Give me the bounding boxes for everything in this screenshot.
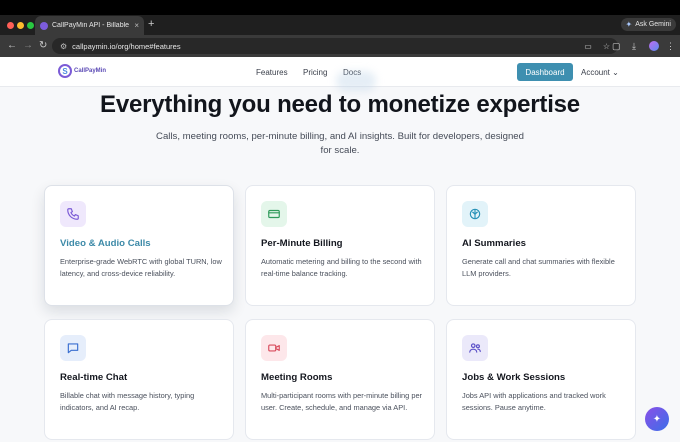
browser-toolbar: ← → ↻ ⚙ callpaymin.io/org/home#features … (0, 35, 680, 57)
feature-description: Jobs API with applications and tracked w… (462, 391, 606, 412)
feature-title: Meeting Rooms (261, 372, 333, 383)
browser-tab[interactable]: CallPayMin API - Billable Calls × (35, 16, 144, 35)
cast-icon[interactable]: ▭ (584, 42, 592, 51)
feature-card-billing[interactable]: Per-Minute Billing Automatic metering an… (245, 185, 435, 306)
account-menu[interactable]: Account ⌄ (581, 68, 619, 77)
browser-tab-bar: CallPayMin API - Billable Calls × + ✦ As… (0, 15, 680, 35)
feature-card-ai-summaries[interactable]: AI Summaries Generate call and chat summ… (446, 185, 636, 306)
logo-text: CallPayMin (74, 68, 107, 74)
menu-icon[interactable]: ⋮ (666, 40, 675, 52)
close-window-icon[interactable] (7, 22, 14, 29)
tab-title: CallPayMin API - Billable Calls (52, 22, 130, 29)
chat-icon (60, 335, 86, 361)
feature-card-jobs[interactable]: Jobs & Work Sessions Jobs API with appli… (446, 319, 636, 440)
section-title: Everything you need to monetize expertis… (100, 91, 580, 118)
reload-icon[interactable]: ↻ (39, 40, 47, 52)
feature-description: Billable chat with message history, typi… (60, 391, 195, 412)
site-header: S CallPayMin Features Pricing Docs Dashb… (0, 57, 680, 91)
extensions-icon[interactable]: ▢ (612, 40, 621, 52)
nav-link-pricing[interactable]: Pricing (303, 68, 327, 77)
feature-card-chat[interactable]: Real-time Chat Billable chat with messag… (44, 319, 234, 440)
bookmark-star-icon[interactable]: ☆ (603, 42, 610, 51)
brain-icon (462, 201, 488, 227)
tab-favicon-icon (40, 21, 48, 30)
minimize-window-icon[interactable] (17, 22, 24, 29)
feature-title: AI Summaries (462, 238, 526, 249)
feature-title: Video & Audio Calls (60, 238, 151, 249)
assistant-fab-button[interactable]: ✦ (645, 407, 669, 431)
credit-card-icon (261, 201, 287, 227)
feature-description: Enterprise-grade WebRTC with global TURN… (60, 257, 222, 278)
ask-gemini-label: Ask Gemini (635, 21, 671, 28)
feature-title: Per-Minute Billing (261, 238, 343, 249)
feature-description: Generate call and chat summaries with fl… (462, 257, 615, 278)
tab-close-icon[interactable]: × (134, 21, 139, 30)
profile-avatar[interactable] (649, 41, 659, 51)
logo-mark: S (58, 64, 72, 78)
users-icon (462, 335, 488, 361)
maximize-window-icon[interactable] (27, 22, 34, 29)
chevron-down-icon: ⌄ (612, 68, 619, 77)
account-label: Account (581, 68, 610, 77)
video-icon (261, 335, 287, 361)
page: S CallPayMin Features Pricing Docs Dashb… (0, 57, 680, 442)
gemini-icon: ✦ (625, 20, 633, 29)
hover-highlight (336, 71, 376, 91)
address-bar[interactable]: ⚙ callpaymin.io/org/home#features ▭ ☆ (52, 38, 618, 54)
feature-card-video-audio[interactable]: Video & Audio Calls Enterprise-grade Web… (44, 185, 234, 306)
site-info-icon[interactable]: ⚙ (60, 42, 67, 51)
feature-title: Jobs & Work Sessions (462, 372, 566, 383)
forward-icon[interactable]: → (23, 40, 33, 52)
section-subtitle: Calls, meeting rooms, per-minute billing… (156, 131, 524, 156)
feature-title: Real-time Chat (60, 372, 128, 383)
sparkle-icon: ✦ (652, 413, 662, 425)
download-icon[interactable]: ⤓ (632, 40, 636, 52)
dashboard-button[interactable]: Dashboard (517, 63, 573, 81)
back-icon[interactable]: ← (7, 40, 17, 52)
feature-card-meeting-rooms[interactable]: Meeting Rooms Multi-participant rooms wi… (245, 319, 435, 440)
logo[interactable]: S CallPayMin (58, 64, 106, 78)
feature-description: Multi-participant rooms with per-minute … (261, 391, 423, 412)
url-text: callpaymin.io/org/home#features (72, 41, 181, 51)
feature-description: Automatic metering and billing to the se… (261, 257, 422, 278)
phone-icon (60, 201, 86, 227)
ask-gemini-button[interactable]: ✦ Ask Gemini (620, 18, 676, 31)
new-tab-button[interactable]: + (148, 17, 154, 31)
nav-link-features[interactable]: Features (256, 68, 288, 77)
